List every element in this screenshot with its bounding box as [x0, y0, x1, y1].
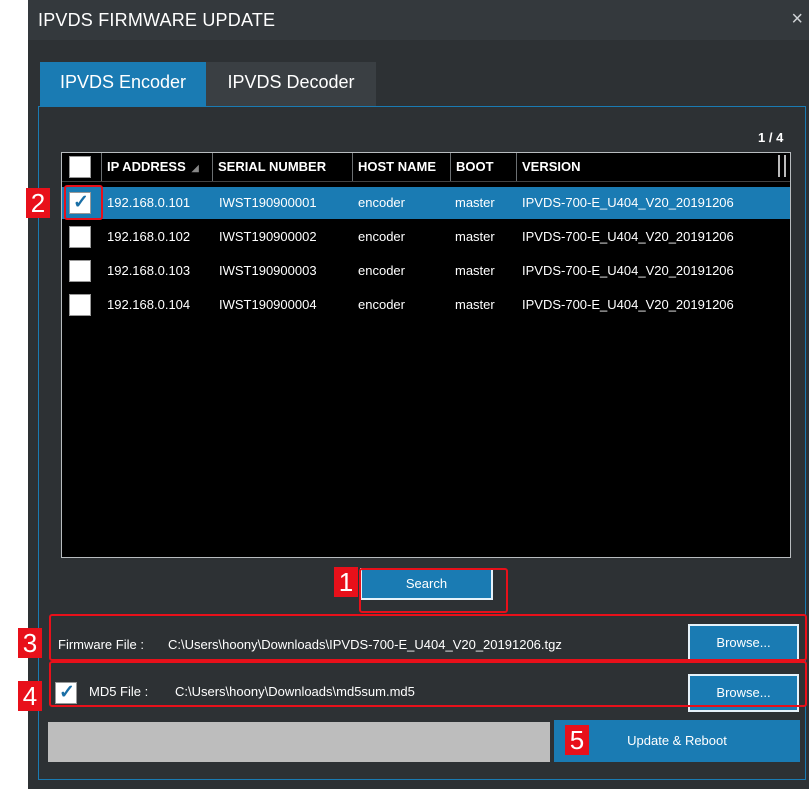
annotation-box-checkbox [64, 185, 103, 220]
cell-ip-address: 192.168.0.101 [107, 195, 191, 210]
cell-boot: master [455, 229, 495, 244]
cell-host-name: encoder [358, 195, 405, 210]
table-row[interactable]: 192.168.0.102 IWST190900002 encoder mast… [62, 221, 790, 253]
cell-serial-number: IWST190900002 [219, 229, 317, 244]
table-header: IP ADDRESS ◢ SERIAL NUMBER HOST NAME BOOT… [62, 153, 790, 182]
column-header-serial-number[interactable]: SERIAL NUMBER [212, 153, 352, 181]
column-header-host-name[interactable]: HOST NAME [352, 153, 450, 181]
cell-host-name: encoder [358, 263, 405, 278]
row-checkbox[interactable] [69, 294, 91, 316]
window-title: IPVDS FIRMWARE UPDATE [38, 10, 276, 30]
cell-version: IPVDS-700-E_U404_V20_20191206 [522, 297, 734, 312]
close-icon[interactable]: × [791, 8, 803, 31]
cell-serial-number: IWST190900004 [219, 297, 317, 312]
column-header-version[interactable]: VERSION [516, 153, 782, 181]
column-header-ip-address[interactable]: IP ADDRESS ◢ [101, 153, 212, 181]
page-indicator: 1 / 4 [758, 130, 784, 145]
cell-ip-address: 192.168.0.104 [107, 297, 191, 312]
annotation-label-4: 4 [18, 681, 42, 711]
update-reboot-button[interactable]: Update & Reboot [554, 720, 800, 762]
progress-bar [48, 722, 550, 762]
column-resize-handle[interactable] [778, 155, 786, 177]
row-checkbox[interactable] [69, 260, 91, 282]
device-table: IP ADDRESS ◢ SERIAL NUMBER HOST NAME BOOT… [61, 152, 791, 558]
cell-version: IPVDS-700-E_U404_V20_20191206 [522, 195, 734, 210]
sort-arrow-icon: ◢ [191, 163, 199, 173]
cell-boot: master [455, 195, 495, 210]
tab-ipvds-decoder[interactable]: IPVDS Decoder [206, 62, 376, 106]
cell-host-name: encoder [358, 297, 405, 312]
cell-boot: master [455, 297, 495, 312]
cell-host-name: encoder [358, 229, 405, 244]
tab-ipvds-encoder[interactable]: IPVDS Encoder [40, 62, 206, 106]
table-row[interactable]: ✓ 192.168.0.101 IWST190900001 encoder ma… [62, 187, 790, 219]
cell-ip-address: 192.168.0.103 [107, 263, 191, 278]
annotation-label-3: 3 [18, 628, 42, 658]
cell-serial-number: IWST190900001 [219, 195, 317, 210]
annotation-box-md5 [49, 661, 807, 707]
column-label: IP ADDRESS [107, 159, 186, 174]
table-row[interactable]: 192.168.0.104 IWST190900004 encoder mast… [62, 289, 790, 321]
annotation-label-2: 2 [26, 188, 50, 218]
cell-version: IPVDS-700-E_U404_V20_20191206 [522, 263, 734, 278]
title-bar: IPVDS FIRMWARE UPDATE × [28, 0, 809, 40]
cell-ip-address: 192.168.0.102 [107, 229, 191, 244]
row-checkbox[interactable] [69, 226, 91, 248]
annotation-label-5: 5 [565, 725, 589, 755]
table-row[interactable]: 192.168.0.103 IWST190900003 encoder mast… [62, 255, 790, 287]
cell-boot: master [455, 263, 495, 278]
cell-version: IPVDS-700-E_U404_V20_20191206 [522, 229, 734, 244]
annotation-label-1: 1 [334, 567, 358, 597]
annotation-box-firmware [49, 614, 807, 661]
select-all-checkbox[interactable] [69, 156, 91, 178]
annotation-box-search [359, 568, 508, 613]
cell-serial-number: IWST190900003 [219, 263, 317, 278]
column-header-boot[interactable]: BOOT [450, 153, 516, 181]
